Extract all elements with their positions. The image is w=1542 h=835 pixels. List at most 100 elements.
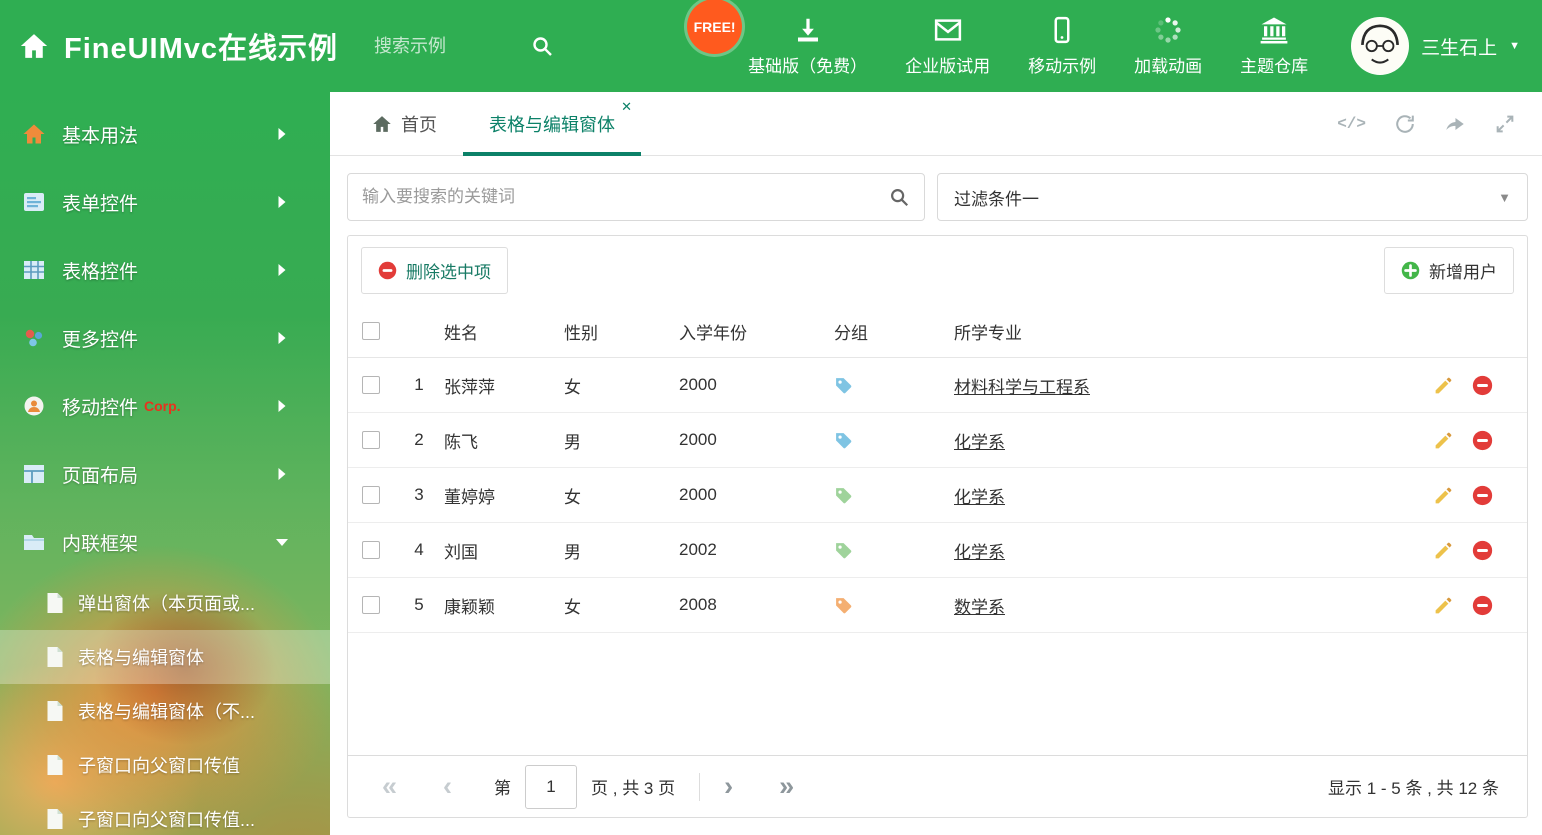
nav-label: 加载动画 — [1134, 57, 1203, 76]
bank-icon — [1259, 15, 1289, 45]
corp-badge: Corp. — [144, 398, 181, 414]
last-page-button[interactable]: » — [779, 773, 794, 800]
tab-bar: 首页 表格与编辑窗体 ✕ </> — [330, 92, 1542, 156]
file-icon — [46, 700, 64, 722]
open-in-new-icon[interactable] — [1444, 113, 1466, 135]
tab-home[interactable]: 首页 — [346, 92, 463, 155]
page-content: 过滤条件一 ▼ 删除选中项 新增用户 — [330, 156, 1542, 835]
nav-item-theme-repo[interactable]: 主题仓库 — [1221, 15, 1327, 77]
chevron-right-icon — [270, 399, 294, 413]
major-link[interactable]: 数学系 — [954, 598, 1005, 617]
delete-row-icon[interactable] — [1472, 540, 1493, 561]
sidebar-subitem-child-to-parent-2[interactable]: 子窗口向父窗口传值... — [0, 792, 330, 835]
file-icon — [46, 754, 64, 776]
tab-grid-edit-window[interactable]: 表格与编辑窗体 ✕ — [463, 92, 641, 156]
page-suffix-label: 页 , 共 3 页 — [591, 779, 676, 798]
sidebar-subitem-grid-edit-window-2[interactable]: 表格与编辑窗体（不... — [0, 684, 330, 738]
search-icon[interactable] — [530, 34, 554, 58]
refresh-icon[interactable] — [1394, 113, 1416, 135]
sidebar-item-iframe[interactable]: 内联框架 — [0, 508, 330, 576]
widgets-icon — [22, 326, 46, 350]
main-area: 首页 表格与编辑窗体 ✕ </> 输入要搜索的关键词 过滤条件一 ▼ 删除选中项… — [330, 92, 1542, 835]
sidebar-item-basic-usage[interactable]: 基本用法 — [0, 100, 330, 168]
row-number: 5 — [414, 595, 424, 614]
search-icon[interactable] — [888, 186, 910, 208]
sidebar-subitem-label: 子窗口向父窗口传值 — [78, 756, 240, 776]
row-checkbox[interactable] — [362, 431, 380, 449]
sidebar-item-mobile-controls[interactable]: 移动控件 Corp. — [0, 372, 330, 440]
pagination-bar: « ‹ 第 页 , 共 3 页 › » 显示 1 - 5 条 , 共 12 条 — [348, 755, 1527, 817]
prev-page-button[interactable]: ‹ — [443, 773, 452, 800]
keyword-search — [347, 173, 925, 221]
sidebar-item-form-controls[interactable]: 表单控件 — [0, 168, 330, 236]
edit-icon[interactable] — [1433, 595, 1454, 616]
chevron-right-icon — [270, 127, 294, 141]
sidebar-item-page-layout[interactable]: 页面布局 — [0, 440, 330, 508]
filter-dropdown[interactable]: 过滤条件一 ▼ — [937, 173, 1528, 221]
select-all-checkbox[interactable] — [362, 322, 380, 340]
sidebar-subitem-popup-window[interactable]: 弹出窗体（本页面或... — [0, 576, 330, 630]
header-search-input[interactable] — [374, 35, 525, 57]
delete-row-icon[interactable] — [1472, 375, 1493, 396]
cell-year: 2000 — [679, 485, 717, 504]
page-number-input[interactable] — [525, 764, 578, 809]
nav-item-basic-edition[interactable]: FREE! 基础版（免费） — [687, 0, 886, 77]
sidebar-subitem-child-to-parent[interactable]: 子窗口向父窗口传值 — [0, 738, 330, 792]
form-icon — [22, 190, 46, 214]
cell-year: 2008 — [679, 595, 717, 614]
edit-icon[interactable] — [1433, 540, 1454, 561]
row-checkbox[interactable] — [362, 596, 380, 614]
major-link[interactable]: 材料科学与工程系 — [954, 378, 1090, 397]
keyword-search-input[interactable] — [362, 187, 888, 207]
user-menu[interactable]: 三生石上 ▼ — [1351, 17, 1520, 75]
sidebar: 基本用法 表单控件 表格控件 更多控件 移动控件 Corp. 页面布局 内联框架… — [0, 92, 330, 835]
code-icon[interactable]: </> — [1337, 115, 1366, 133]
delete-row-icon[interactable] — [1472, 485, 1493, 506]
next-page-button[interactable]: › — [724, 773, 733, 800]
nav-label: 主题仓库 — [1240, 57, 1309, 76]
sidebar-item-more-controls[interactable]: 更多控件 — [0, 304, 330, 372]
major-link[interactable]: 化学系 — [954, 543, 1005, 562]
tag-icon — [834, 431, 853, 450]
nav-item-mobile-demo[interactable]: 移动示例 — [1009, 15, 1115, 77]
row-checkbox[interactable] — [362, 541, 380, 559]
edit-icon[interactable] — [1433, 430, 1454, 451]
tag-icon — [834, 596, 853, 615]
chevron-right-icon — [270, 263, 294, 277]
grid-panel: 删除选中项 新增用户 姓名 性别 入学年份 分组 所学专业 1 张萍萍 女 20… — [347, 235, 1528, 818]
sidebar-item-label: 表格控件 — [62, 261, 139, 283]
sidebar-item-grid-controls[interactable]: 表格控件 — [0, 236, 330, 304]
minus-circle-icon — [378, 261, 397, 280]
sidebar-item-label: 基本用法 — [62, 125, 139, 147]
major-link[interactable]: 化学系 — [954, 488, 1005, 507]
delete-selected-button[interactable]: 删除选中项 — [361, 247, 508, 294]
nav-item-enterprise-trial[interactable]: 企业版试用 — [886, 15, 1009, 77]
delete-row-icon[interactable] — [1472, 595, 1493, 616]
tag-icon — [834, 376, 853, 395]
major-link[interactable]: 化学系 — [954, 433, 1005, 452]
download-icon — [793, 15, 823, 45]
add-user-button[interactable]: 新增用户 — [1384, 247, 1514, 294]
nav-item-loading-animations[interactable]: 加载动画 — [1115, 15, 1221, 77]
grid-empty-space — [348, 633, 1527, 755]
tab-label: 表格与编辑窗体 — [489, 114, 615, 135]
expand-icon[interactable] — [1494, 113, 1516, 135]
row-checkbox[interactable] — [362, 486, 380, 504]
row-checkbox[interactable] — [362, 376, 380, 394]
nav-label: 基础版（免费） — [748, 57, 868, 76]
grid-toolbar: 删除选中项 新增用户 — [348, 236, 1527, 305]
sidebar-subitem-grid-edit-window[interactable]: 表格与编辑窗体 — [0, 630, 330, 684]
file-icon — [46, 808, 64, 830]
delete-row-icon[interactable] — [1472, 430, 1493, 451]
caret-down-icon: ▼ — [1498, 189, 1511, 205]
cell-year: 2002 — [679, 540, 717, 559]
free-badge: FREE! — [687, 0, 743, 54]
close-icon[interactable]: ✕ — [621, 99, 632, 115]
first-page-button[interactable]: « — [382, 773, 397, 800]
edit-icon[interactable] — [1433, 375, 1454, 396]
home-icon[interactable] — [18, 31, 50, 61]
filter-dropdown-value: 过滤条件一 — [954, 189, 1039, 209]
edit-icon[interactable] — [1433, 485, 1454, 506]
file-icon — [46, 646, 64, 668]
record-summary: 显示 1 - 5 条 , 共 12 条 — [1328, 779, 1499, 798]
